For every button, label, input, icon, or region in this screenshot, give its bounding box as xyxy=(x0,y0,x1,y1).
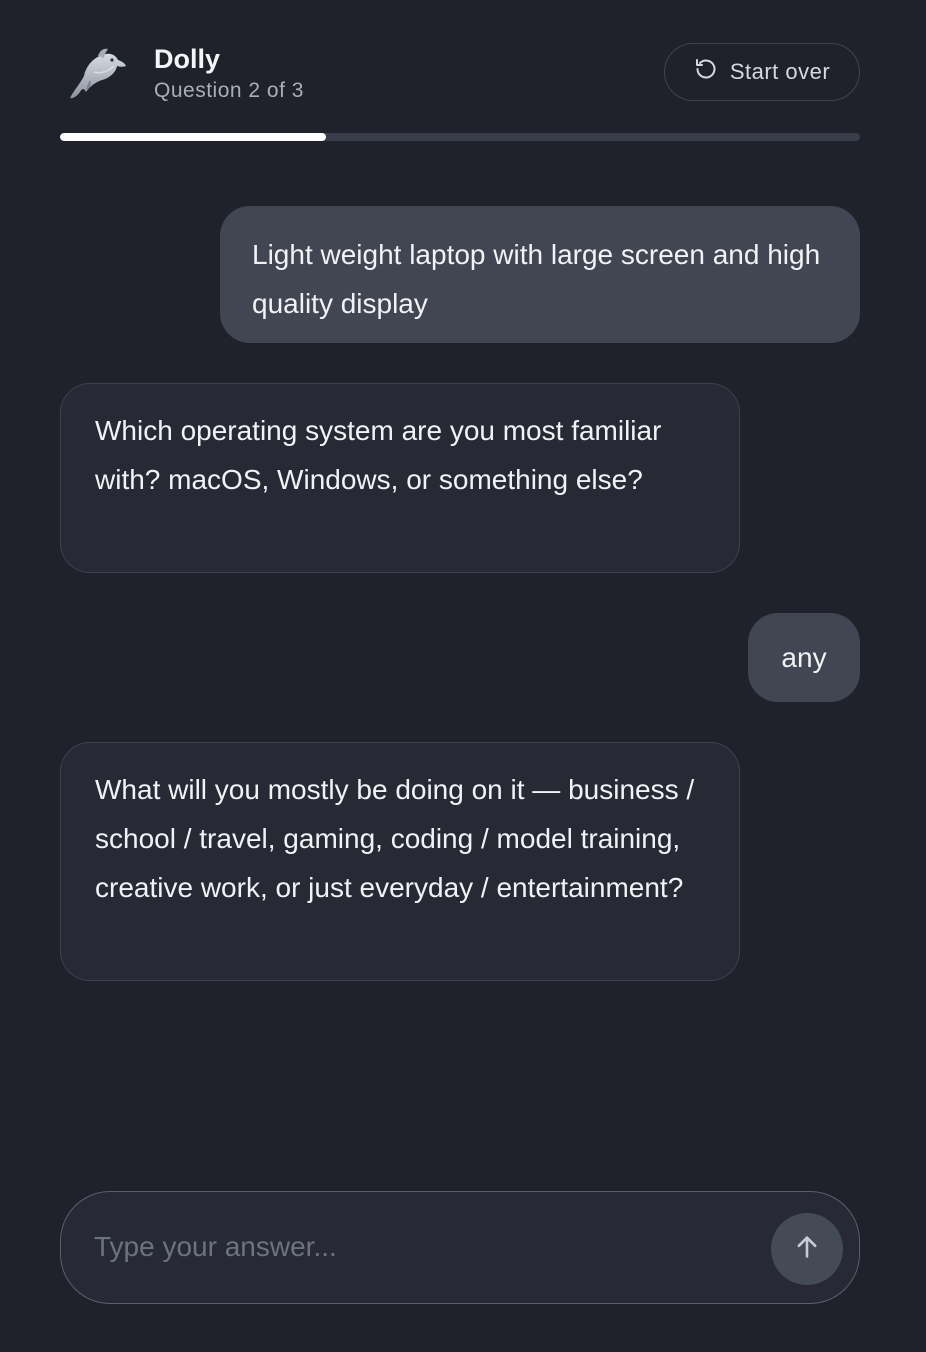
progress-fill xyxy=(60,133,327,141)
user-message: Light weight laptop with large screen an… xyxy=(220,206,860,343)
chat-header: Dolly Question 2 of 3 Start over xyxy=(60,40,860,110)
dolphin-icon xyxy=(64,46,128,104)
send-button[interactable] xyxy=(771,1213,843,1285)
app-name: Dolly xyxy=(154,44,221,74)
question-counter: Question 2 of 3 xyxy=(154,79,304,102)
progress-bar xyxy=(60,133,860,141)
composer xyxy=(60,1191,860,1304)
start-over-button[interactable]: Start over xyxy=(664,43,860,101)
refresh-icon xyxy=(694,57,718,87)
title-block: Dolly Question 2 of 3 xyxy=(154,42,304,106)
user-message: any xyxy=(748,613,860,702)
assistant-message: What will you mostly be doing on it — bu… xyxy=(60,742,740,981)
answer-input[interactable] xyxy=(94,1192,754,1302)
arrow-up-icon xyxy=(793,1233,821,1266)
assistant-message: Which operating system are you most fami… xyxy=(60,383,740,573)
start-over-label: Start over xyxy=(729,59,831,84)
